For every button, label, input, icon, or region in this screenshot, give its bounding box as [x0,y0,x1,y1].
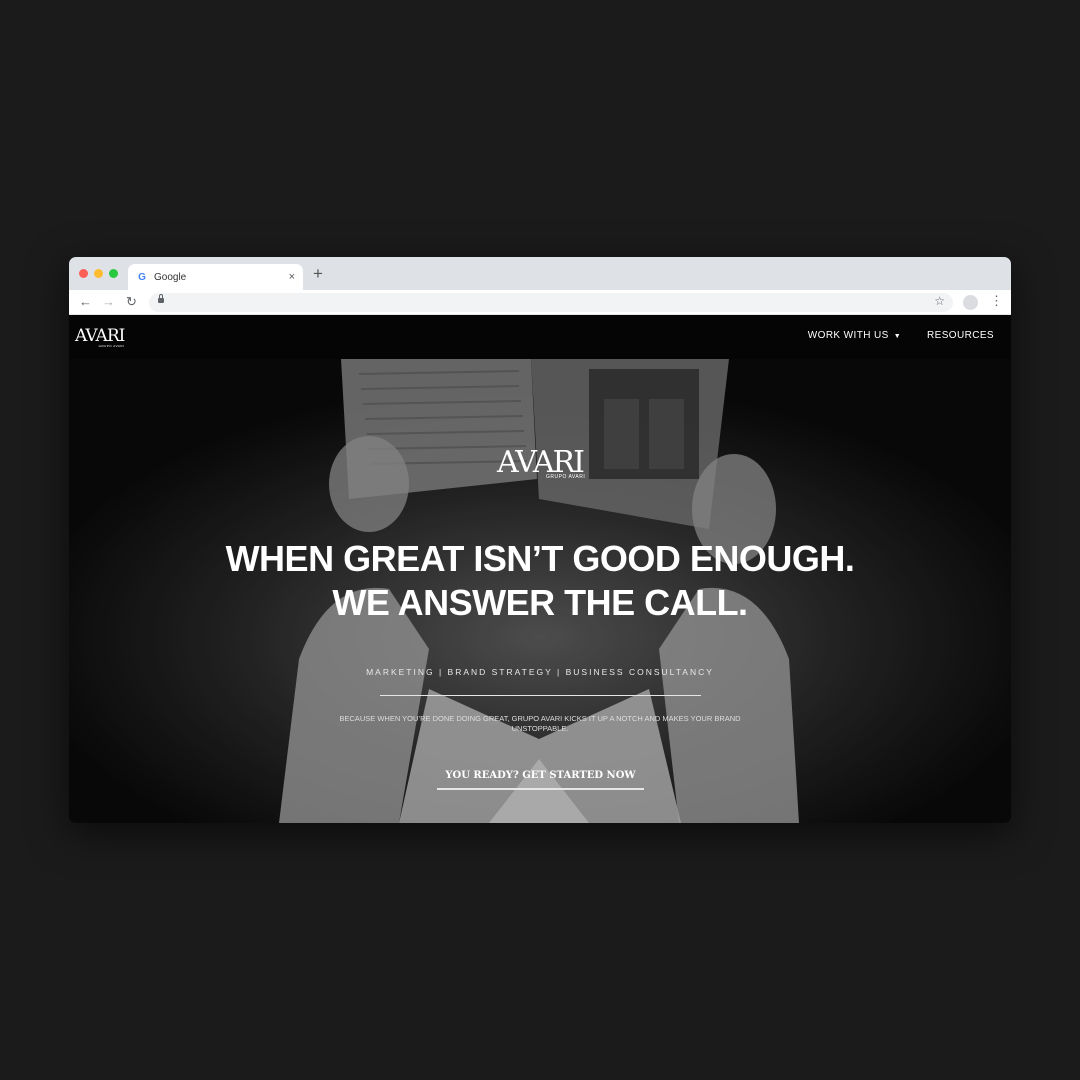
reload-icon[interactable]: ↻ [126,294,137,310]
hero-divider [380,695,701,696]
lock-icon[interactable] [158,294,164,303]
hero-logo: AVARI [497,445,585,480]
website: AVARI GRUPO AVARI WORK WITH US ▼ RESOURCE… [69,315,1011,823]
profile-avatar[interactable] [963,295,978,310]
back-arrow-icon[interactable]: ← [79,294,92,310]
new-tab-button[interactable]: + [313,265,323,282]
hero-logo-subtext: GRUPO AVARI [546,474,586,480]
headline-line-2: WE ANSWER THE CALL. [332,582,748,623]
browser-toolbar: ← → ↻ ☆ ⋮ [69,290,1011,315]
bookmark-star-icon[interactable]: ☆ [934,294,945,308]
forward-arrow-icon[interactable]: → [102,294,115,310]
tab-strip: G Google × + [69,257,1011,290]
address-bar[interactable]: ☆ [149,293,953,312]
caret-down-icon: ▼ [893,333,902,340]
tab-close-icon[interactable]: × [289,271,295,283]
get-started-button[interactable]: YOU READY? GET STARTED NOW [437,770,644,790]
tab-google[interactable]: G Google × [128,264,303,290]
minimize-window-button[interactable] [94,269,103,278]
headline-line-1: WHEN GREAT ISN’T GOOD ENOUGH. [225,538,855,579]
site-navbar: AVARI GRUPO AVARI WORK WITH US ▼ RESOURCE… [69,315,1011,359]
hero-section: AVARI GRUPO AVARI WHEN GREAT ISN’T GOOD … [69,359,1011,823]
nav-work-with-us[interactable]: WORK WITH US ▼ [808,330,901,341]
browser-menu-icon[interactable]: ⋮ [990,293,1003,309]
tab-title: Google [154,271,187,283]
nav-work-with-us-label: WORK WITH US [807,330,889,341]
services-list: MARKETING | BRAND STRATEGY | BUSINESS CO… [366,667,714,677]
window-controls [79,269,118,278]
maximize-window-button[interactable] [109,269,118,278]
google-favicon-icon: G [138,271,146,283]
hero-headline: WHEN GREAT ISN’T GOOD ENOUGH. WE ANSWER … [69,537,1011,625]
close-window-button[interactable] [79,269,88,278]
nav-links: WORK WITH US ▼ RESOURCES [808,330,994,341]
site-logo[interactable]: AVARI GRUPO AVARI [75,326,125,348]
hero-tagline: BECAUSE WHEN YOU’RE DONE DOING GREAT, GR… [339,714,741,733]
browser-window: G Google × + ← → ↻ ☆ ⋮ AVARI GRUPO AVARI… [69,257,1011,823]
site-logo-text: AVARI [75,326,125,346]
nav-resources[interactable]: RESOURCES [927,330,994,341]
